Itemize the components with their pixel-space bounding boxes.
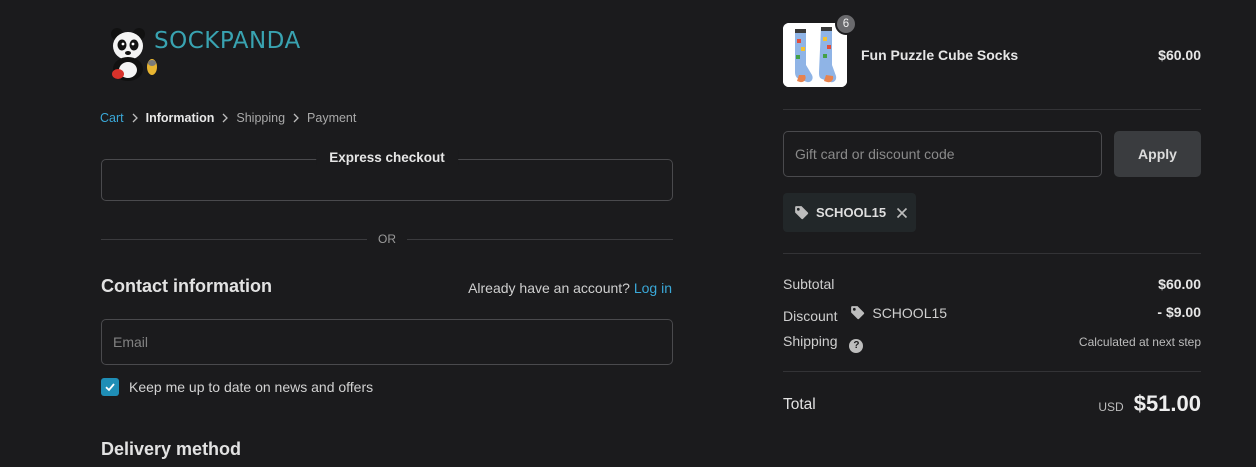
breadcrumb: Cart Information Shipping Payment <box>100 111 356 125</box>
product-thumbnail: 6 <box>783 13 857 87</box>
help-icon[interactable]: ? <box>849 338 864 353</box>
tag-icon <box>795 206 809 220</box>
account-prompt: Already have an account? <box>468 280 630 296</box>
chevron-right-icon <box>214 113 236 123</box>
shipping-row: Shipping ? Calculated at next step <box>783 333 1201 353</box>
divider <box>783 109 1201 110</box>
chevron-right-icon <box>124 113 146 123</box>
applied-code-label: SCHOOL15 <box>816 205 887 220</box>
divider <box>783 371 1201 372</box>
newsletter-option[interactable]: Keep me up to date on news and offers <box>101 378 373 396</box>
discount-code-tag: SCHOOL15 <box>849 304 947 321</box>
newsletter-label: Keep me up to date on news and offers <box>129 379 374 395</box>
brand-logo[interactable]: SOCKPANDA <box>106 24 300 84</box>
quantity-badge: 6 <box>835 13 857 35</box>
checkout-page: SOCKPANDA Cart Information Shipping Paym… <box>0 0 1256 467</box>
newsletter-checkbox[interactable] <box>101 378 119 396</box>
checkmark-icon <box>105 383 115 392</box>
product-price: $60.00 <box>1158 47 1201 63</box>
breadcrumb-cart[interactable]: Cart <box>100 111 124 125</box>
total-amount: $51.00 <box>1133 391 1201 416</box>
breadcrumb-information: Information <box>145 111 215 125</box>
express-checkout-label: Express checkout <box>316 150 458 165</box>
divider <box>783 253 1201 254</box>
delivery-heading: Delivery method <box>101 439 242 459</box>
apply-button[interactable]: Apply <box>1114 131 1201 177</box>
total-label: Total <box>783 396 816 413</box>
shipping-label: Shipping <box>783 333 838 349</box>
chevron-right-icon <box>285 113 307 123</box>
login-link[interactable]: Log in <box>634 280 672 296</box>
breadcrumb-payment: Payment <box>307 111 357 125</box>
discount-label: Discount <box>783 308 838 324</box>
contact-heading: Contact information <box>101 276 272 296</box>
shipping-value: Calculated at next step <box>1078 335 1201 349</box>
tag-icon <box>851 306 865 320</box>
product-name: Fun Puzzle Cube Socks <box>861 47 1019 63</box>
breadcrumb-shipping: Shipping <box>236 111 286 125</box>
subtotal-label: Subtotal <box>783 276 835 292</box>
brand-name: SOCKPANDA <box>154 28 301 54</box>
applied-discount-chip: SCHOOL15 <box>783 193 916 232</box>
socks-image-icon <box>783 23 847 87</box>
discount-code-text: SCHOOL15 <box>872 304 948 321</box>
discount-code-input[interactable] <box>783 131 1102 177</box>
or-divider: OR <box>101 231 673 247</box>
divider-line <box>407 239 673 240</box>
discount-value: - $9.00 <box>1157 304 1201 320</box>
email-field[interactable] <box>101 319 673 365</box>
cart-line-item: 6 Fun Puzzle Cube Socks $60.00 <box>783 13 1201 87</box>
total-value-wrap: USD $51.00 <box>1098 391 1201 417</box>
close-icon <box>897 207 908 218</box>
subtotal-value: $60.00 <box>1158 276 1201 292</box>
remove-discount-button[interactable] <box>895 206 909 220</box>
express-checkout-box[interactable]: Express checkout <box>101 150 673 201</box>
discount-row: Discount SCHOOL15 - $9.00 <box>783 304 1201 324</box>
currency-code: USD <box>1098 400 1124 414</box>
subtotal-row: Subtotal $60.00 <box>783 276 1201 292</box>
account-prompt-row: Already have an account? Log in <box>468 280 672 296</box>
